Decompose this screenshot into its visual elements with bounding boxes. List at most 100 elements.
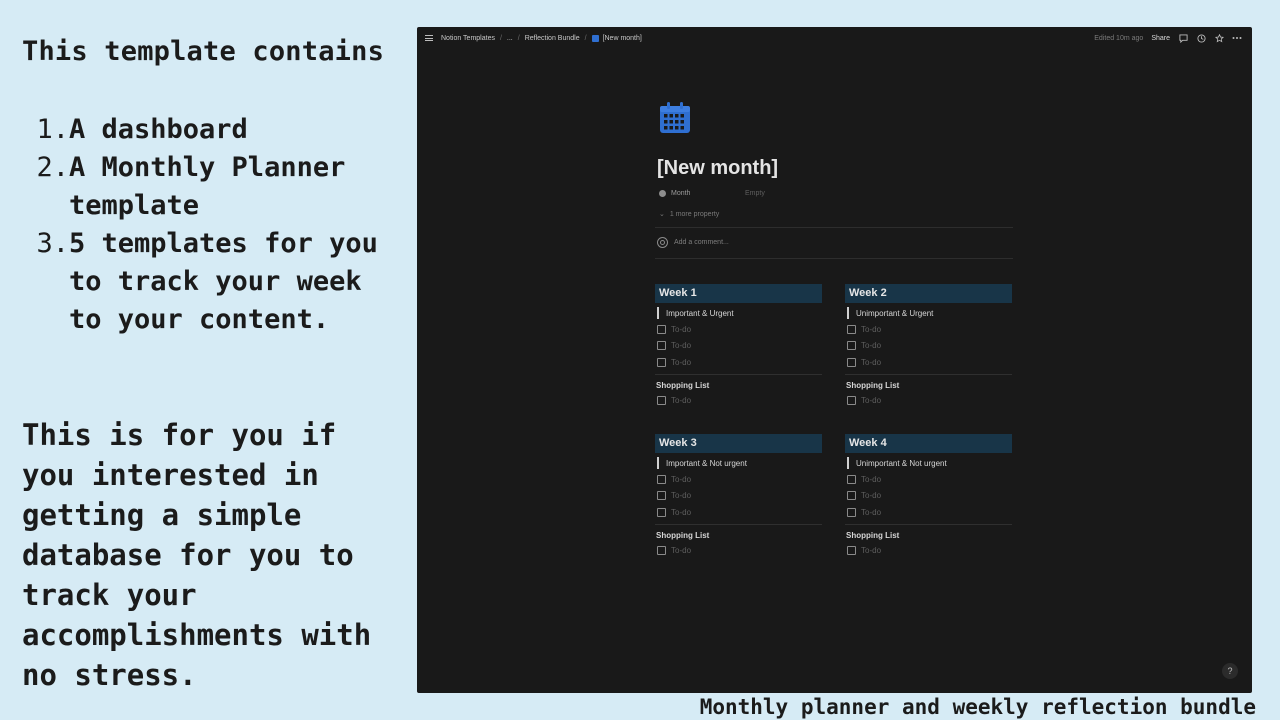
week-title[interactable]: Week 2 (845, 284, 1012, 303)
divider (655, 258, 1013, 259)
week-title[interactable]: Week 3 (655, 434, 822, 453)
week-block: Week 1 Important & Urgent To-do To-do To… (655, 284, 822, 409)
more-properties-toggle[interactable]: ⌄ 1 more property (659, 210, 719, 218)
todo-item[interactable]: To-do (845, 354, 1012, 371)
history-icon[interactable] (1196, 33, 1206, 43)
todo-item[interactable]: To-do (845, 488, 1012, 505)
divider (655, 523, 822, 525)
property-value[interactable]: Empty (745, 190, 765, 197)
feature-number: 2. (36, 152, 69, 183)
calendar-icon (591, 34, 599, 42)
quadrant-label: Unimportant & Not urgent (856, 458, 947, 468)
checkbox[interactable] (847, 396, 856, 406)
quadrant-label: Important & Urgent (666, 308, 734, 318)
checkbox[interactable] (847, 324, 856, 334)
checkbox[interactable] (847, 341, 856, 351)
help-button[interactable]: ? (1222, 663, 1238, 679)
breadcrumb-current[interactable]: [New month] (603, 35, 642, 42)
feature-text: A Monthly Planner template (69, 152, 346, 221)
breadcrumb-parent[interactable]: Reflection Bundle (525, 35, 580, 42)
week-title[interactable]: Week 1 (655, 284, 822, 303)
todo-placeholder: To-do (861, 324, 882, 334)
checkbox[interactable] (657, 324, 666, 334)
todo-item[interactable]: To-do (655, 393, 822, 410)
divider (845, 373, 1012, 375)
checkbox[interactable] (657, 341, 666, 351)
checkbox[interactable] (847, 507, 856, 517)
checkbox[interactable] (657, 474, 666, 484)
todo-placeholder: To-do (671, 474, 692, 484)
topbar: Notion Templates / ... / Reflection Bund… (417, 27, 1252, 49)
todo-item[interactable]: To-do (655, 488, 822, 505)
property-month[interactable]: Month Empty (659, 190, 765, 197)
breadcrumb-root[interactable]: Notion Templates (441, 35, 495, 42)
edited-timestamp: Edited 10m ago (1094, 34, 1144, 42)
feature-number: 3. (36, 228, 69, 259)
feature-text: A dashboard (69, 114, 248, 145)
divider (655, 227, 1013, 228)
calendar-icon[interactable] (658, 101, 692, 135)
quadrant-callout: Important & Urgent (655, 305, 822, 321)
divider (845, 523, 1012, 525)
share-button[interactable]: Share (1151, 35, 1170, 42)
quadrant-label: Unimportant & Urgent (856, 308, 934, 318)
more-properties-label: 1 more property (669, 211, 720, 218)
todo-item[interactable]: To-do (655, 321, 822, 338)
todo-item[interactable]: To-do (655, 338, 822, 355)
checkbox[interactable] (657, 396, 666, 406)
feature-item: 2. A Monthly Planner template (22, 149, 402, 225)
more-options-icon[interactable] (1232, 33, 1242, 43)
breadcrumb-separator: / (517, 34, 520, 42)
checkbox[interactable] (657, 357, 666, 367)
user-avatar-icon (657, 237, 668, 248)
checkbox[interactable] (847, 474, 856, 484)
notion-window: Notion Templates / ... / Reflection Bund… (417, 27, 1252, 693)
star-icon[interactable] (1214, 33, 1224, 43)
todo-item[interactable]: To-do (845, 471, 1012, 488)
todo-item[interactable]: To-do (845, 543, 1012, 560)
week-block: Week 2 Unimportant & Urgent To-do To-do … (845, 284, 1012, 409)
quadrant-label: Important & Not urgent (666, 458, 747, 468)
breadcrumb-ellipsis[interactable]: ... (507, 35, 513, 42)
todo-placeholder: To-do (671, 341, 692, 351)
promo-heading: This template contains (22, 36, 385, 67)
todo-placeholder: To-do (671, 357, 692, 367)
todo-placeholder: To-do (861, 507, 882, 517)
breadcrumb-separator: / (584, 34, 587, 42)
todo-placeholder: To-do (861, 491, 882, 501)
comment-placeholder: Add a comment... (674, 239, 729, 246)
todo-item[interactable]: To-do (655, 504, 822, 521)
quadrant-callout: Important & Not urgent (655, 455, 822, 471)
todo-item[interactable]: To-do (655, 354, 822, 371)
bundle-caption: Monthly planner and weekly reflection bu… (699, 695, 1256, 719)
divider (655, 373, 822, 375)
week-block: Week 3 Important & Not urgent To-do To-d… (655, 434, 822, 559)
comment-input[interactable]: Add a comment... (657, 237, 729, 248)
comment-icon[interactable] (1178, 33, 1188, 43)
shopping-list-title: Shopping List (846, 530, 900, 540)
todo-item[interactable]: To-do (845, 393, 1012, 410)
todo-placeholder: To-do (671, 507, 692, 517)
page-title[interactable]: [New month] (657, 157, 778, 180)
week-title[interactable]: Week 4 (845, 434, 1012, 453)
todo-item[interactable]: To-do (845, 338, 1012, 355)
menu-icon[interactable] (425, 35, 433, 41)
todo-placeholder: To-do (671, 491, 692, 501)
checkbox[interactable] (657, 507, 666, 517)
todo-item[interactable]: To-do (655, 471, 822, 488)
checkbox[interactable] (657, 546, 666, 556)
checkbox[interactable] (847, 491, 856, 501)
todo-item[interactable]: To-do (655, 543, 822, 560)
checkbox[interactable] (847, 357, 856, 367)
checkbox[interactable] (847, 546, 856, 556)
todo-item[interactable]: To-do (845, 321, 1012, 338)
shopping-list-title: Shopping List (846, 380, 900, 390)
todo-item[interactable]: To-do (845, 504, 1012, 521)
todo-placeholder: To-do (671, 324, 692, 334)
date-property-icon (659, 190, 666, 197)
todo-placeholder: To-do (861, 474, 882, 484)
checkbox[interactable] (657, 491, 666, 501)
feature-item: 1. A dashboard (22, 111, 402, 149)
todo-placeholder: To-do (671, 546, 692, 556)
quadrant-callout: Unimportant & Urgent (845, 305, 1012, 321)
